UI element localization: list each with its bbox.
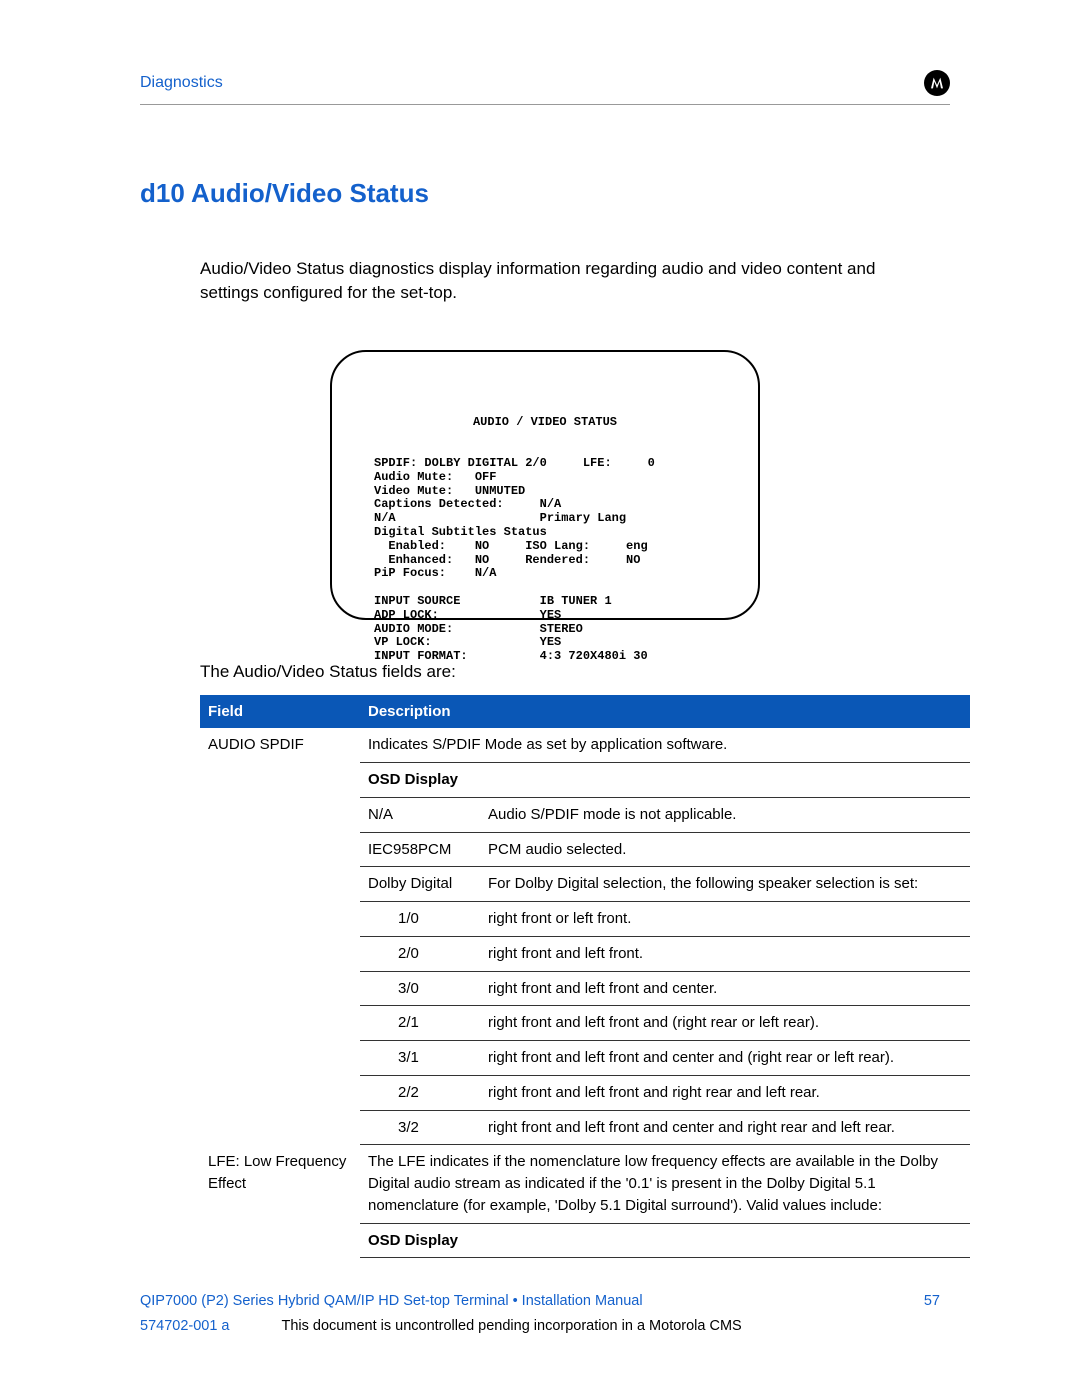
col-header-description: Description xyxy=(360,695,970,729)
subtable-key: 1/0 xyxy=(368,908,488,930)
subtable-key: Dolby Digital xyxy=(368,873,488,895)
subtable-value: PCM audio selected. xyxy=(488,839,948,861)
subtable-row: 3/2right front and left front and center… xyxy=(360,1110,970,1145)
field-name: LFE: Low Frequency Effect xyxy=(200,1145,360,1223)
subtable-row: Dolby DigitalFor Dolby Digital selection… xyxy=(360,867,970,902)
footer-doc-number: 574702-001 a xyxy=(140,1316,230,1337)
subtable-row: 1/0right front or left front. xyxy=(360,902,970,937)
subtable-value: For Dolby Digital selection, the followi… xyxy=(488,873,948,895)
subtable-value: right front and left front and (right re… xyxy=(488,1012,948,1034)
subtable-value: Audio S/PDIF mode is not applicable. xyxy=(488,804,948,826)
subtable-row: 2/1right front and left front and (right… xyxy=(360,1006,970,1041)
subtable-row: 3/1right front and left front and center… xyxy=(360,1041,970,1076)
col-header-field: Field xyxy=(200,695,360,729)
subtable-key: IEC958PCM xyxy=(368,839,488,861)
osd-display-subheader: OSD Display xyxy=(360,1223,970,1258)
footer-doc-title: QIP7000 (P2) Series Hybrid QAM/IP HD Set… xyxy=(140,1291,643,1312)
subtable-key: 2/0 xyxy=(368,943,488,965)
page-footer: QIP7000 (P2) Series Hybrid QAM/IP HD Set… xyxy=(140,1291,940,1337)
subtable-value: right front and left front and center an… xyxy=(488,1117,948,1139)
fields-table: Field Description AUDIO SPDIFIndicates S… xyxy=(200,695,970,1259)
subtable-key: 3/0 xyxy=(368,978,488,1000)
section-intro: Audio/Video Status diagnostics display i… xyxy=(200,257,910,306)
osd-display-panel: AUDIO / VIDEO STATUS SPDIF: DOLBY DIGITA… xyxy=(330,350,760,620)
footer-page-number: 57 xyxy=(924,1291,940,1312)
osd-body: SPDIF: DOLBY DIGITAL 2/0 LFE: 0 Audio Mu… xyxy=(374,457,716,664)
subtable-key: 2/2 xyxy=(368,1082,488,1104)
osd-display-subheader: OSD Display xyxy=(360,763,970,798)
field-description: The LFE indicates if the nomenclature lo… xyxy=(360,1145,970,1223)
breadcrumb: Diagnostics xyxy=(140,71,223,94)
section-title: d10 Audio/Video Status xyxy=(140,175,950,213)
subtable-value: right front and left front and center an… xyxy=(488,1047,948,1069)
subtable-key: 3/2 xyxy=(368,1117,488,1139)
osd-title: AUDIO / VIDEO STATUS xyxy=(374,416,716,430)
motorola-logo-icon xyxy=(924,70,950,96)
subtable-value: right front and left front. xyxy=(488,943,948,965)
field-name: AUDIO SPDIF xyxy=(200,728,360,762)
subtable-value: right front or left front. xyxy=(488,908,948,930)
subtable-row: IEC958PCMPCM audio selected. xyxy=(360,832,970,867)
subtable-value: right front and left front and right rea… xyxy=(488,1082,948,1104)
subtable-key: 2/1 xyxy=(368,1012,488,1034)
page-header: Diagnostics xyxy=(140,70,950,105)
subtable-key: 3/1 xyxy=(368,1047,488,1069)
subtable-row: 3/0right front and left front and center… xyxy=(360,971,970,1006)
subtable-key: N/A xyxy=(368,804,488,826)
subtable-row: 2/0right front and left front. xyxy=(360,936,970,971)
subtable-value: right front and left front and center. xyxy=(488,978,948,1000)
footer-disclaimer: This document is uncontrolled pending in… xyxy=(282,1316,742,1337)
field-description: Indicates S/PDIF Mode as set by applicat… xyxy=(360,728,970,762)
subtable-row: 2/2right front and left front and right … xyxy=(360,1075,970,1110)
subtable-row: N/AAudio S/PDIF mode is not applicable. xyxy=(360,797,970,832)
